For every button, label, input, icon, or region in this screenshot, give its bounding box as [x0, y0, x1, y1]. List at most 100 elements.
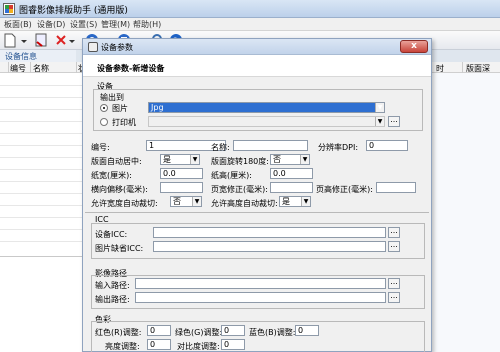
device-icc-input[interactable]	[153, 227, 386, 238]
dialog-title: 设备参数	[101, 43, 133, 52]
device-params-dialog: 设备参数 x 设备参数-新增设备 设备 输出到 图片 Jpg ▼ 打印机 ▼ .…	[82, 38, 432, 352]
table-row[interactable]	[0, 181, 88, 182]
printer-browse-button[interactable]: ...	[388, 116, 400, 127]
chevron-down-icon: ▼	[190, 155, 199, 164]
page-correct-label: 页宽修正(毫米):	[211, 185, 268, 194]
menu-manage[interactable]: 管理(M)	[101, 19, 130, 30]
column-divider	[76, 62, 77, 73]
output-group-title: 输出到	[99, 92, 125, 103]
dialog-titlebar[interactable]	[83, 39, 431, 55]
menu-help[interactable]: 帮助(H)	[133, 19, 161, 30]
chevron-down-icon: ▼	[375, 117, 384, 126]
dropdown-icon[interactable]	[68, 33, 78, 48]
table-row[interactable]	[0, 121, 88, 122]
right-panel	[430, 73, 500, 352]
image-format-select[interactable]: Jpg ▼	[148, 102, 385, 113]
column-id[interactable]: 编号	[10, 63, 26, 74]
auto-width-select[interactable]: 否 ▼	[170, 196, 202, 207]
paper-width-label: 纸宽(厘米):	[91, 171, 132, 180]
column-divider	[462, 62, 463, 73]
blue-input[interactable]: 0	[295, 325, 319, 336]
app-logo-icon	[3, 3, 15, 15]
chevron-down-icon: ▼	[192, 197, 201, 206]
rotate-label: 版面旋转180度:	[211, 157, 269, 166]
name-label: 名称:	[211, 143, 230, 152]
table-row[interactable]	[0, 97, 88, 98]
green-label: 绿色(G)调整:	[175, 328, 223, 337]
auto-height-value: 是	[282, 197, 290, 206]
dropdown-icon[interactable]	[20, 33, 30, 48]
table-row[interactable]	[0, 133, 88, 134]
rotate-select[interactable]: 否 ▼	[270, 154, 310, 165]
column-divider	[8, 62, 9, 73]
menu-board[interactable]: 板面(B)	[4, 19, 32, 30]
red-input[interactable]: 0	[147, 325, 171, 336]
green-input[interactable]: 0	[221, 325, 245, 336]
device-panel-title: 设备信息	[5, 52, 37, 61]
printer-select[interactable]: ▼	[148, 116, 385, 127]
input-path-browse-button[interactable]: ...	[388, 278, 400, 289]
menu-device[interactable]: 设备(D)	[37, 19, 65, 30]
table-row[interactable]	[0, 169, 88, 170]
save-icon[interactable]	[34, 33, 50, 48]
dialog-subtitle: 设备参数-新增设备	[97, 64, 165, 73]
table-row[interactable]	[0, 193, 88, 194]
dialog-icon	[88, 42, 98, 52]
radio-image[interactable]	[100, 104, 108, 112]
red-label: 红色(R)调整:	[95, 328, 142, 337]
divider	[85, 212, 429, 213]
radio-image-label: 图片	[112, 104, 128, 113]
input-path-label: 输入路径:	[95, 281, 130, 290]
input-path-input[interactable]	[135, 278, 386, 289]
auto-height-select[interactable]: 是 ▼	[279, 196, 311, 207]
output-path-browse-button[interactable]: ...	[388, 292, 400, 303]
image-icc-label: 图片缺省ICC:	[95, 244, 144, 253]
contrast-input[interactable]: 0	[221, 339, 245, 350]
table-row[interactable]	[0, 205, 88, 206]
auto-width-value: 否	[173, 197, 181, 206]
paper-height-label: 纸高(厘米):	[211, 171, 252, 180]
column-name[interactable]: 名称	[33, 63, 49, 74]
paper-height-input[interactable]: 0.0	[270, 168, 313, 179]
height-correct-input[interactable]	[376, 182, 416, 193]
h-offset-label: 横向偏移(毫米):	[91, 185, 148, 194]
table-row[interactable]	[0, 241, 88, 242]
chevron-down-icon: ▼	[301, 197, 310, 206]
name-input[interactable]	[233, 140, 308, 151]
auto-center-label: 版面自动居中:	[91, 157, 142, 166]
radio-printer[interactable]	[100, 118, 108, 126]
image-icc-input[interactable]	[153, 241, 386, 252]
close-button[interactable]: x	[400, 40, 428, 53]
radio-printer-label: 打印机	[112, 118, 136, 127]
blue-label: 蓝色(B)调整:	[249, 328, 296, 337]
table-row[interactable]	[0, 145, 88, 146]
h-offset-input[interactable]	[160, 182, 203, 193]
rotate-value: 否	[273, 155, 281, 164]
table-row[interactable]	[0, 109, 88, 110]
paper-width-input[interactable]: 0.0	[160, 168, 203, 179]
output-path-label: 输出路径:	[95, 295, 130, 304]
auto-center-value: 是	[163, 155, 171, 164]
column-divider	[30, 62, 31, 73]
table-row[interactable]	[0, 157, 88, 158]
table-row[interactable]	[0, 229, 88, 230]
dpi-label: 分辨率DPI:	[318, 143, 359, 152]
brightness-label: 亮度调整:	[105, 342, 140, 351]
brightness-input[interactable]: 0	[147, 339, 171, 350]
auto-width-label: 允许宽度自动裁切:	[91, 199, 158, 208]
chevron-down-icon: ▼	[375, 103, 384, 112]
table-row[interactable]	[0, 85, 88, 86]
image-icc-browse-button[interactable]: ...	[388, 241, 400, 252]
dpi-input[interactable]: 0	[366, 140, 408, 151]
id-label: 编号:	[91, 143, 110, 152]
new-icon[interactable]	[3, 33, 19, 48]
output-path-input[interactable]	[135, 292, 386, 303]
auto-height-label: 允许高度自动裁切:	[211, 199, 278, 208]
table-row[interactable]	[0, 217, 88, 218]
page-correct-input[interactable]	[270, 182, 313, 193]
menu-settings[interactable]: 设置(S)	[70, 19, 97, 30]
auto-center-select[interactable]: 是 ▼	[160, 154, 200, 165]
app-title: 图睿影像排版助手 (通用版)	[19, 6, 128, 16]
device-icc-browse-button[interactable]: ...	[388, 227, 400, 238]
menubar: 板面(B) 设备(D) 设置(S) 管理(M) 帮助(H)	[0, 18, 500, 31]
